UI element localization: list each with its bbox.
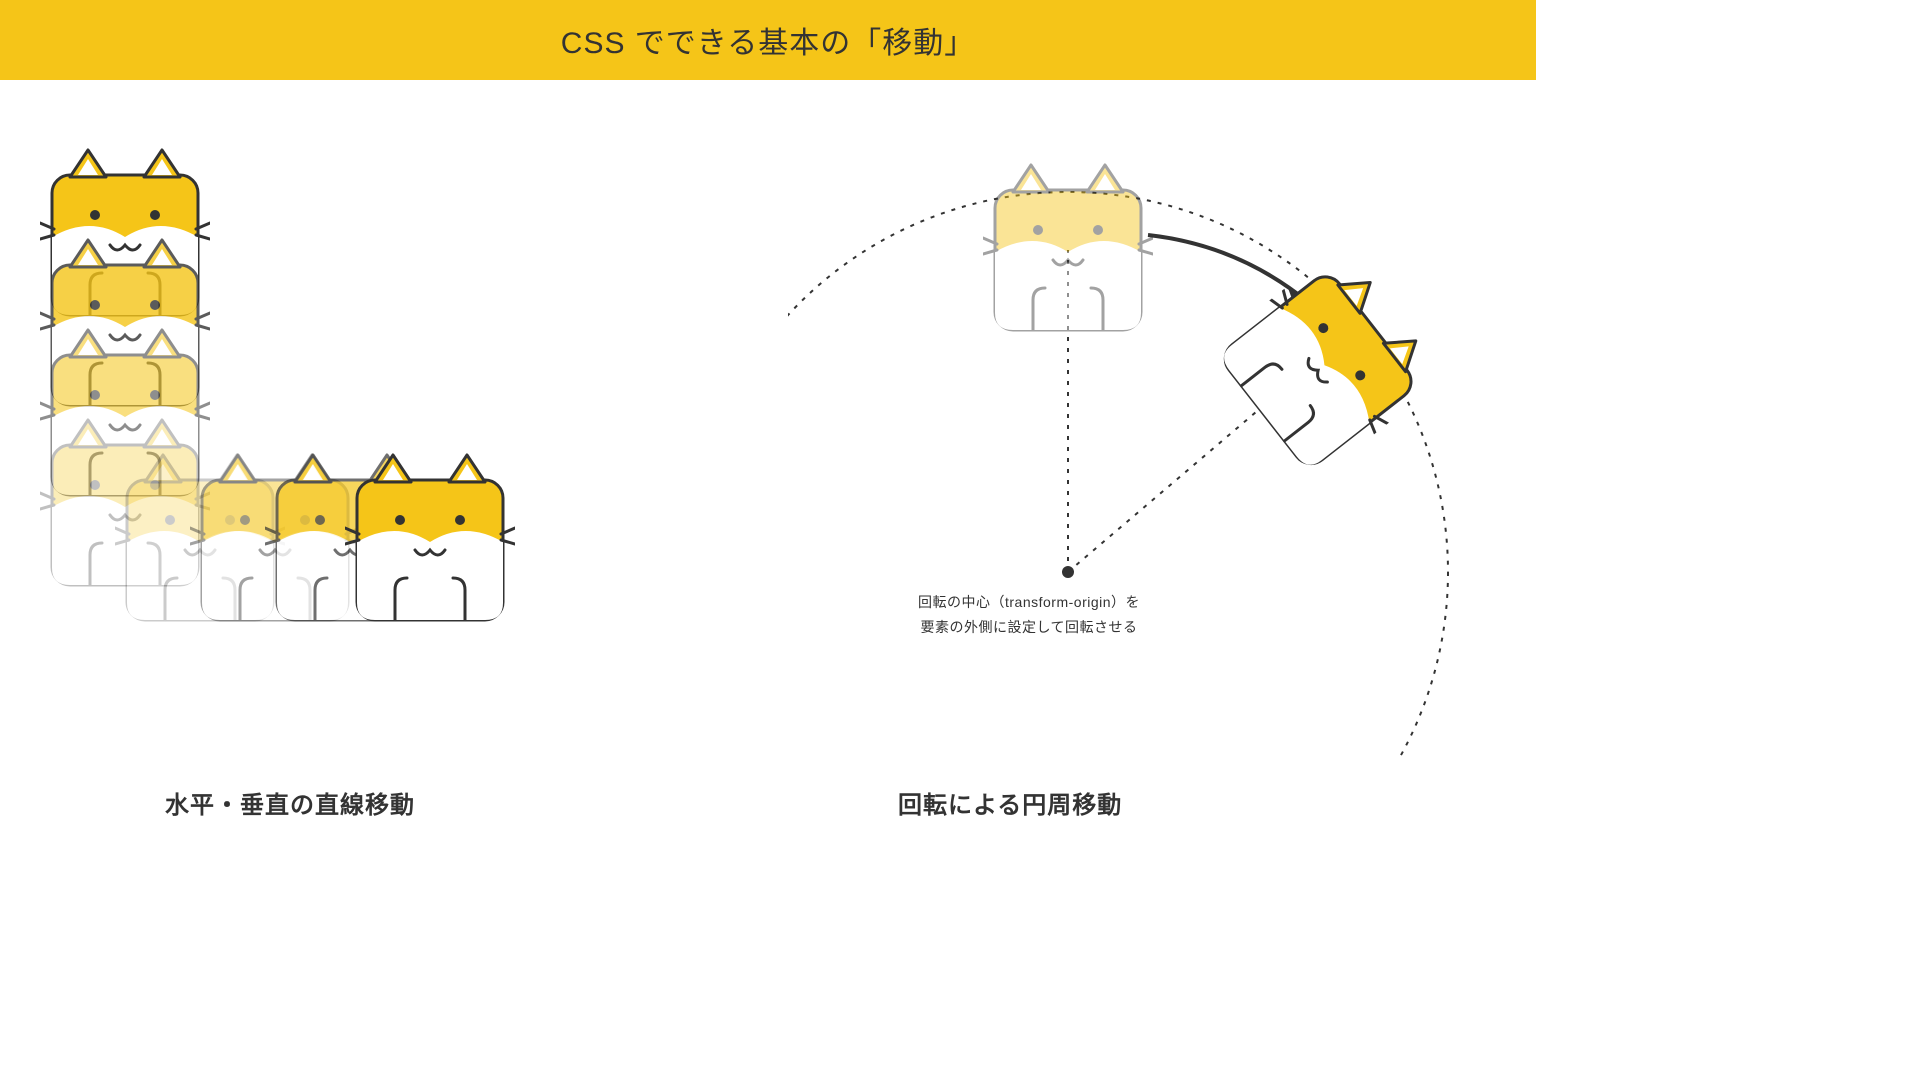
linear-caption: 水平・垂直の直線移動 <box>165 785 415 820</box>
content: 水平・垂直の直線移動 回転の中心（transform-origin）を 要素の外… <box>0 80 1536 760</box>
rotation-note: 回転の中心（transform-origin）を 要素の外側に設定して回転させる <box>918 590 1140 640</box>
rotation-caption: 回転による円周移動 <box>898 785 1122 820</box>
rotation-path-svg <box>788 80 1556 760</box>
linear-movement-diagram: 水平・垂直の直線移動 <box>0 80 788 760</box>
page-title: CSS でできる基本の「移動」 <box>561 18 975 62</box>
cat-icon <box>983 160 1153 335</box>
note-line-1: 回転の中心（transform-origin）を <box>918 590 1140 615</box>
cat-icon <box>345 450 515 625</box>
header: CSS でできる基本の「移動」 <box>0 0 1536 80</box>
note-line-2: 要素の外側に設定して回転させる <box>918 615 1140 640</box>
rotation-movement-diagram: 回転の中心（transform-origin）を 要素の外側に設定して回転させる… <box>788 80 1536 760</box>
